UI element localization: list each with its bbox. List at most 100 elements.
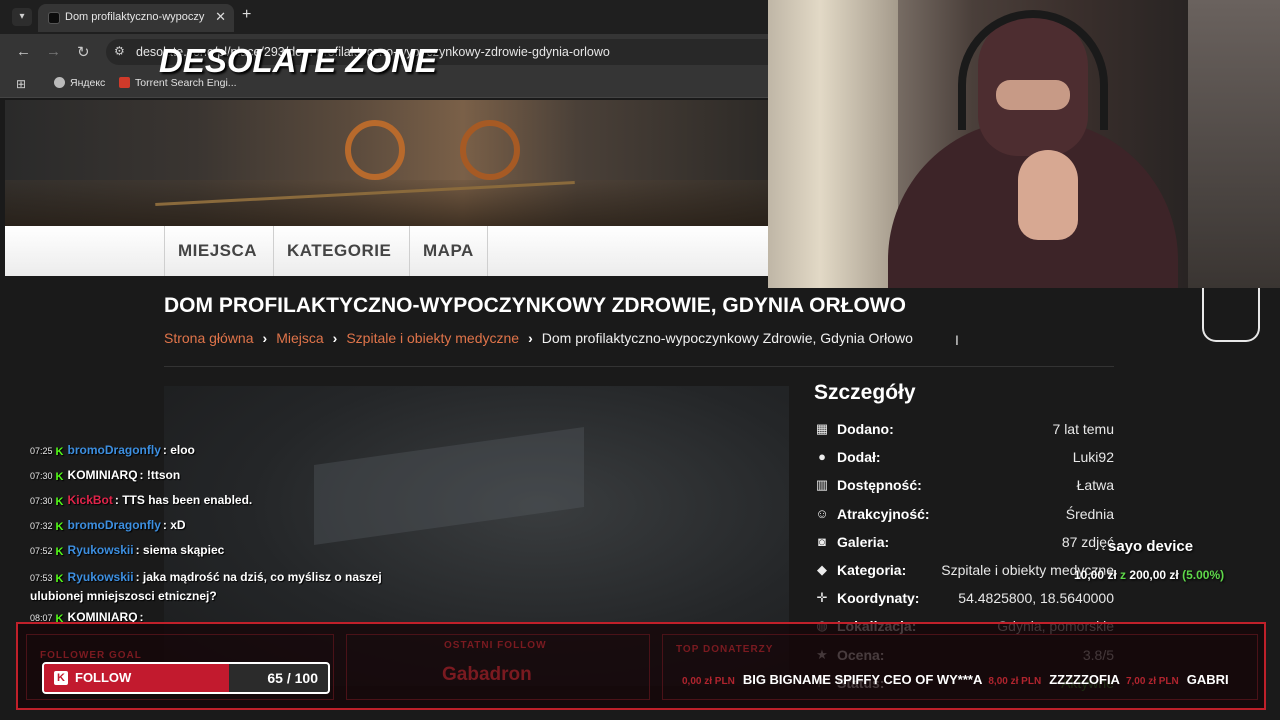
chat-time: 07:30 <box>30 471 53 481</box>
chat-message: 07:30 K KickBot: TTS has been enabled. <box>30 493 420 508</box>
detail-row: ● Dodał: Luki92 <box>814 448 1114 468</box>
top-donators-label: TOP DONATERZY <box>676 644 774 655</box>
donation-goal: 200,00 zł <box>1129 568 1179 582</box>
chat-message: 07:30 K KOMINIARQ: !ttson <box>30 468 420 483</box>
reload-icon[interactable]: ↻ <box>77 43 90 61</box>
site-header-banner <box>5 100 768 226</box>
detail-label: Koordynaty: <box>837 590 920 607</box>
user-icon: ● <box>818 449 826 465</box>
donation-goal-amount: 10,00 zł z 200,00 zł (5.00%) <box>1074 568 1224 582</box>
x-logo-icon <box>119 77 130 88</box>
chat-username[interactable]: Ryukowskii <box>68 570 134 584</box>
detail-value: 7 lat temu <box>1052 421 1114 437</box>
globe-icon <box>54 77 65 88</box>
headphones-icon <box>958 10 1108 130</box>
chat-text: siema skąpiec <box>142 543 225 557</box>
kick-badge-icon: K <box>55 471 64 483</box>
detail-value: 54.4825800, 18.5640000 <box>958 590 1114 607</box>
nav-item-miejsca[interactable]: MIEJSCA <box>164 226 270 276</box>
chat-username[interactable]: bromoDragonfly <box>68 443 161 457</box>
donator-amount: 8,00 zł PLN <box>988 676 1042 687</box>
chat-text: !ttson <box>146 468 181 482</box>
chat-username[interactable]: bromoDragonfly <box>68 518 161 532</box>
tab-close-icon[interactable]: ✕ <box>215 9 226 25</box>
chevron-right-icon: › <box>528 330 533 346</box>
webcam-detail <box>1018 150 1078 240</box>
nav-item-kategorie[interactable]: KATEGORIE <box>273 226 404 276</box>
crosshair-icon: ✛ <box>816 590 828 606</box>
donator-name: ZZZZZOFIA <box>1049 672 1120 687</box>
detail-label: Dodał: <box>837 449 881 466</box>
breadcrumb-places[interactable]: Miejsca <box>276 330 323 346</box>
detail-value: Średnia <box>1065 505 1114 522</box>
browser-tab[interactable]: Dom profilaktyczno-wypoczynk ✕ <box>38 4 234 32</box>
kick-logo-icon: K <box>54 671 68 685</box>
detail-value: Luki92 <box>1072 449 1114 466</box>
detail-value: Łatwa <box>1076 477 1114 494</box>
follow-goal-progress: K FOLLOW 65 / 100 <box>42 662 330 694</box>
apps-grid-icon[interactable]: ⊞ <box>16 77 26 91</box>
detail-row: ▥ Dostępność: Łatwa <box>814 476 1114 496</box>
site-info-icon[interactable]: ⚙ <box>114 44 125 58</box>
new-tab-icon[interactable]: + <box>242 6 251 24</box>
donation-goal-title: sayo device <box>1108 538 1194 555</box>
detail-label: Dodano: <box>837 421 894 437</box>
breadcrumb-home[interactable]: Strona główna <box>164 330 254 346</box>
chat-colon: : <box>135 570 143 584</box>
site-logo[interactable]: DESOLATE ZONE <box>159 42 437 80</box>
detail-row: ◆ Kategoria: Szpitale i obiekty medyczne <box>814 561 1114 581</box>
kick-badge-icon: K <box>55 446 64 458</box>
webcam-detail <box>1188 0 1280 288</box>
detail-label: Atrakcyjność: <box>837 505 930 522</box>
tab-search-button[interactable]: ▾ <box>12 8 32 26</box>
donation-separator: z <box>1120 568 1127 582</box>
chat-time: 07:52 <box>30 546 53 556</box>
chat-message: 07:52 K Ryukowskii: siema skąpiec <box>30 543 420 558</box>
chat-text: eloo <box>170 443 195 457</box>
chat-username[interactable]: KickBot <box>68 493 113 507</box>
chat-username[interactable]: KOMINIARQ <box>68 468 138 482</box>
chat-colon: : <box>139 468 147 482</box>
tab-title: Dom profilaktyczno-wypoczynk <box>65 11 205 23</box>
kick-badge-icon: K <box>55 521 64 533</box>
banner-decoration <box>345 120 405 180</box>
tag-icon: ◆ <box>817 562 827 577</box>
breadcrumb-current: Dom profilaktyczno-wypoczynkowy Zdrowie,… <box>541 330 913 346</box>
banner-decoration <box>5 180 768 226</box>
forward-icon[interactable]: → <box>46 43 61 60</box>
donation-current: 10,00 zł <box>1074 568 1117 582</box>
chat-colon: : <box>135 543 143 557</box>
detail-label: Galeria: <box>837 533 890 550</box>
donation-percent: (5.00%) <box>1182 568 1225 582</box>
banner-decoration <box>460 120 520 180</box>
browser-tab-bar: ▾ Dom profilaktyczno-wypoczynk ✕ + <box>0 0 768 34</box>
bookmark-label: Яндекс <box>70 77 106 89</box>
page-title: DOM PROFILAKTYCZNO-WYPOCZYNKOWY ZDROWIE,… <box>164 294 906 317</box>
breadcrumb: Strona główna › Miejsca › Szpitale i obiekty… <box>164 330 913 346</box>
last-follow-label: OSTATNI FOLLOW <box>444 640 547 651</box>
chat-time: 07:30 <box>30 496 53 506</box>
chat-text: xD <box>170 518 186 532</box>
detail-value[interactable]: 87 zdjęć <box>1062 534 1114 550</box>
site-nav: MIEJSCA KATEGORIE MAPA <box>5 226 768 276</box>
chat-message: 07:25 KbromoDragonfly: eloo <box>30 443 420 458</box>
webcam-detail <box>768 0 898 288</box>
bookmark-yandex[interactable]: Яндекс <box>54 77 105 89</box>
kick-badge-icon: K <box>55 573 64 585</box>
follower-goal-label: FOLLOWER GOAL <box>40 650 142 661</box>
chat-username[interactable]: Ryukowskii <box>68 543 134 557</box>
text-cursor-icon: I <box>955 332 959 348</box>
stream-overlay-bar: FOLLOWER GOAL OSTATNI FOLLOW TOP DONATER… <box>16 622 1266 710</box>
chat-time: 07:25 <box>30 446 53 456</box>
detail-row: ◙ Galeria: 87 zdjęć <box>814 533 1114 553</box>
chat-time: 07:32 <box>30 521 53 531</box>
back-icon[interactable]: ← <box>16 43 31 60</box>
detail-row: ☺ Atrakcyjność: Średnia <box>814 505 1114 525</box>
donator-amount: 7,00 zł PLN <box>1125 676 1179 687</box>
details-title: Szczegóły <box>814 381 916 404</box>
cup-outline-icon <box>1202 288 1260 342</box>
nav-item-mapa[interactable]: MAPA <box>409 226 488 276</box>
chat-time: 07:53 <box>30 573 53 583</box>
divider <box>164 366 1114 367</box>
breadcrumb-category[interactable]: Szpitale i obiekty medyczne <box>346 330 519 346</box>
